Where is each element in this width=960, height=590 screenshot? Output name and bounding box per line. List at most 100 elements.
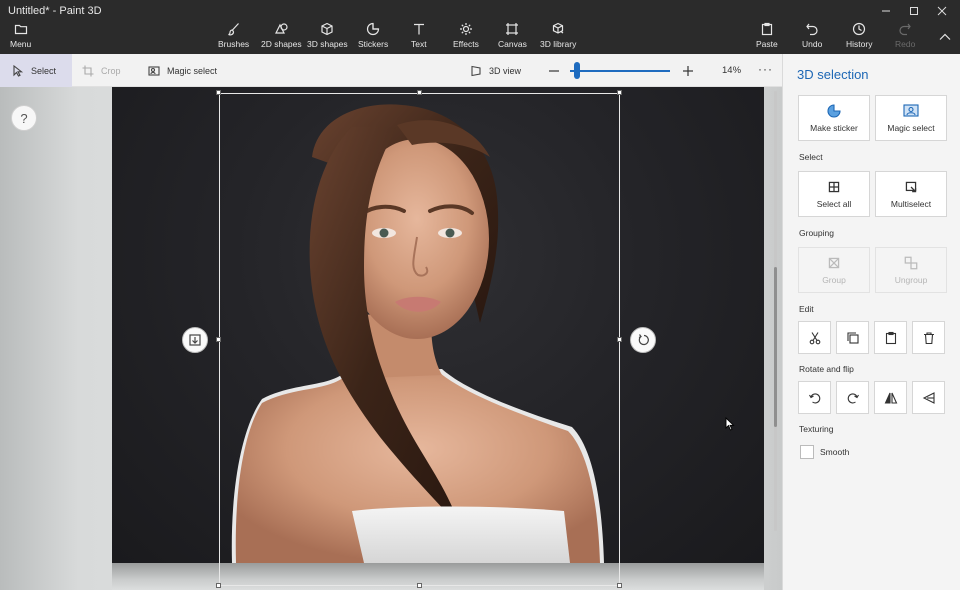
crop-icon	[82, 65, 94, 76]
resize-handle-bottom[interactable]	[417, 583, 422, 588]
text-icon	[413, 23, 424, 35]
resize-handle-top-left[interactable]	[216, 90, 221, 95]
rotate-handle[interactable]	[630, 327, 656, 353]
select-all-icon	[828, 181, 840, 193]
tool-brushes[interactable]: Brushes	[218, 22, 249, 52]
brush-icon	[227, 23, 239, 36]
redo-label: Redo	[895, 39, 916, 49]
canvas-workspace[interactable]: ?	[0, 87, 782, 590]
tool-label: Brushes	[218, 39, 250, 49]
multiselect-icon	[905, 181, 917, 193]
minus-icon	[549, 70, 559, 72]
3d-shapes-icon	[321, 22, 333, 36]
zoom-slider-track[interactable]	[570, 70, 670, 72]
undo-button[interactable]: Undo	[802, 22, 822, 52]
resize-handle-top-right[interactable]	[617, 90, 622, 95]
title-ribbon-bar: Untitled* - Paint 3D Menu Brushes 2D sha…	[0, 0, 960, 54]
magic-select-label: Magic select	[167, 65, 218, 76]
zoom-out-button[interactable]	[548, 64, 560, 76]
3d-view-button[interactable]: 3D view	[470, 54, 521, 87]
paste-panel-button[interactable]	[874, 321, 907, 354]
select-tool-button[interactable]: Select	[0, 54, 72, 87]
effects-icon	[459, 23, 472, 35]
copy-icon	[846, 331, 859, 344]
select-label: Select	[31, 65, 57, 76]
tool-3d-library[interactable]: 3D library	[540, 22, 576, 52]
tool-effects[interactable]: Effects	[453, 22, 479, 52]
flip-horizontal-button[interactable]	[874, 381, 907, 414]
resize-handle-bottom-left[interactable]	[216, 583, 221, 588]
scissors-icon	[809, 331, 820, 344]
ungroup-icon	[904, 256, 918, 270]
magic-select-button[interactable]: Magic select	[148, 54, 217, 87]
copy-button[interactable]	[836, 321, 869, 354]
history-icon	[853, 22, 866, 36]
zoom-in-button[interactable]	[682, 64, 694, 76]
rotate-left-button[interactable]	[798, 381, 831, 414]
vertical-scrollbar-thumb[interactable]	[774, 267, 777, 427]
rotate-flip-section-title: Rotate and flip	[799, 364, 854, 374]
select-all-label: Select all	[816, 199, 852, 209]
paste-label: Paste	[756, 39, 778, 49]
sticker-icon	[827, 104, 841, 118]
history-button[interactable]: History	[846, 22, 872, 52]
tool-2d-shapes[interactable]: 2D shapes	[261, 22, 302, 52]
paste-button[interactable]: Paste	[756, 22, 778, 52]
tool-label: 3D shapes	[307, 39, 348, 49]
zoom-slider-thumb[interactable]	[574, 62, 580, 79]
group-button[interactable]: Group	[798, 247, 870, 293]
maximize-icon	[910, 7, 918, 15]
menu-button[interactable]: Menu	[10, 22, 31, 52]
close-button[interactable]	[926, 2, 958, 20]
tool-label: Effects	[453, 39, 479, 49]
tool-text[interactable]: Text	[411, 22, 427, 52]
2d-shapes-icon	[275, 23, 288, 34]
magic-select-icon	[148, 65, 160, 76]
select-all-button[interactable]: Select all	[798, 171, 870, 217]
smooth-label: Smooth	[820, 447, 850, 457]
tool-stickers[interactable]: Stickers	[358, 22, 388, 52]
tool-label: 3D library	[540, 39, 577, 49]
make-sticker-label: Make sticker	[810, 123, 858, 133]
rotate-right-button[interactable]	[836, 381, 869, 414]
resize-handle-left[interactable]	[216, 337, 221, 342]
multiselect-button[interactable]: Multiselect	[875, 171, 947, 217]
crop-label: Crop	[101, 65, 121, 76]
rotate-icon	[638, 334, 649, 346]
3d-library-icon	[553, 22, 564, 34]
zoom-percentage[interactable]: 14%	[722, 65, 741, 76]
history-label: History	[846, 39, 873, 49]
3d-selection-panel: 3D selection Make sticker Magic select S…	[782, 54, 960, 590]
redo-button[interactable]: Redo	[895, 22, 915, 52]
paste-icon	[761, 22, 772, 36]
cut-button[interactable]	[798, 321, 831, 354]
rotate-left-icon	[808, 392, 820, 403]
redo-icon	[899, 23, 911, 36]
tool-3d-shapes[interactable]: 3D shapes	[307, 22, 348, 52]
smooth-checkbox[interactable]	[800, 445, 814, 459]
magic-select-panel-label: Magic select	[887, 123, 935, 133]
resize-handle-right[interactable]	[617, 337, 622, 342]
delete-button[interactable]	[912, 321, 945, 354]
resize-handle-top[interactable]	[417, 90, 422, 95]
make-sticker-button[interactable]: Make sticker	[798, 95, 870, 141]
cursor-arrow-icon	[13, 64, 24, 77]
depth-move-icon	[189, 334, 201, 346]
command-bar: Select Crop Magic select 3D view 14% ···	[0, 54, 782, 87]
paste-icon	[885, 331, 896, 344]
selection-box[interactable]	[219, 93, 620, 586]
ungroup-button[interactable]: Ungroup	[875, 247, 947, 293]
tool-canvas[interactable]: Canvas	[498, 22, 527, 52]
select-section-title: Select	[799, 152, 823, 162]
group-label: Group	[822, 275, 846, 285]
more-options-button[interactable]: ···	[758, 62, 773, 76]
z-depth-handle[interactable]	[182, 327, 208, 353]
group-icon	[828, 257, 840, 269]
crop-button[interactable]: Crop	[82, 54, 121, 87]
flip-vertical-button[interactable]	[912, 381, 945, 414]
help-button[interactable]: ?	[11, 105, 37, 131]
chevron-up-icon	[939, 33, 951, 40]
resize-handle-bottom-right[interactable]	[617, 583, 622, 588]
magic-select-panel-button[interactable]: Magic select	[875, 95, 947, 141]
ungroup-label: Ungroup	[894, 275, 928, 285]
